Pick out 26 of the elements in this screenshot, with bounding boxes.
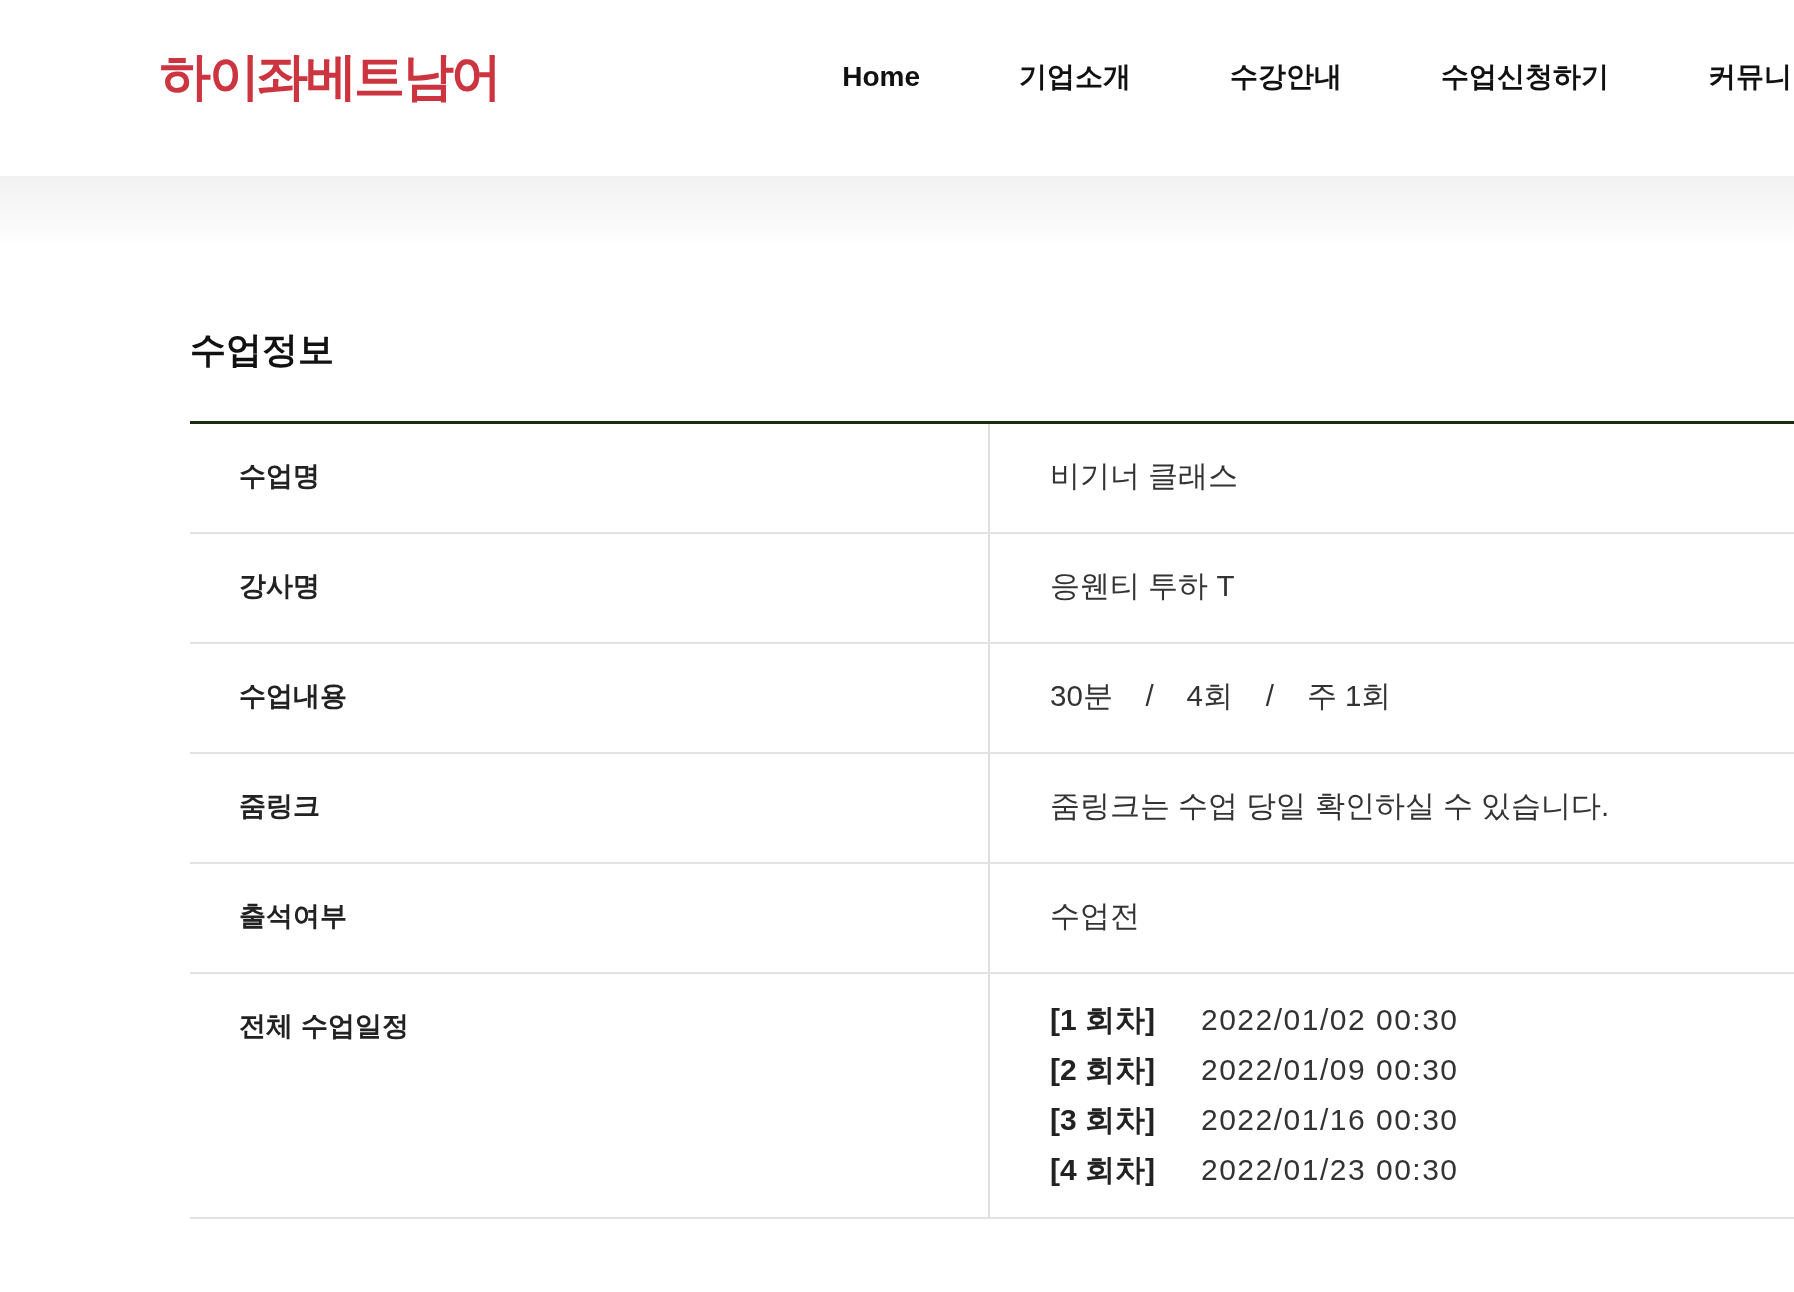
row-label: 수업내용 (239, 681, 347, 712)
nav-link[interactable]: 기업소개 (1019, 58, 1131, 96)
row-label: 수업명 (239, 461, 320, 492)
row-label: 출석여부 (239, 901, 347, 932)
session-datetime: 2022/01/16 00:30 (1201, 1103, 1459, 1138)
row-label: 전체 수업일정 (239, 1011, 409, 1042)
session-label: [4 회차] (1050, 1151, 1155, 1188)
row-label: 줌링크 (239, 791, 320, 822)
session-label: [3 회차] (1050, 1101, 1155, 1138)
row-value: 응웬티 투하 T (1050, 569, 1235, 603)
session-datetime: 2022/01/23 00:30 (1201, 1153, 1459, 1188)
row-value: 줌링크는 수업 당일 확인하실 수 있습니다. (1050, 789, 1610, 823)
row-value: 비기너 클래스 (1050, 459, 1239, 493)
session-label: [1 회차] (1050, 1001, 1155, 1038)
session-datetime: 2022/01/09 00:30 (1201, 1053, 1459, 1088)
logo-text[interactable]: 하이좌베트남어 (160, 46, 500, 108)
row-value: 수업전 (1050, 899, 1140, 933)
nav-link[interactable]: 수업신청하기 (1441, 58, 1609, 96)
row-label: 강사명 (239, 571, 320, 602)
row-value: 30분 / 4회 / 주 1회 (1050, 679, 1392, 713)
nav-link[interactable]: 수강안내 (1230, 58, 1342, 96)
nav-link[interactable]: 커뮤니 (1708, 58, 1792, 96)
session-datetime: 2022/01/02 00:30 (1201, 1003, 1459, 1038)
nav-link[interactable]: Home (842, 58, 920, 96)
session-label: [2 회차] (1050, 1051, 1155, 1088)
section-title: 수업정보 (190, 328, 334, 372)
